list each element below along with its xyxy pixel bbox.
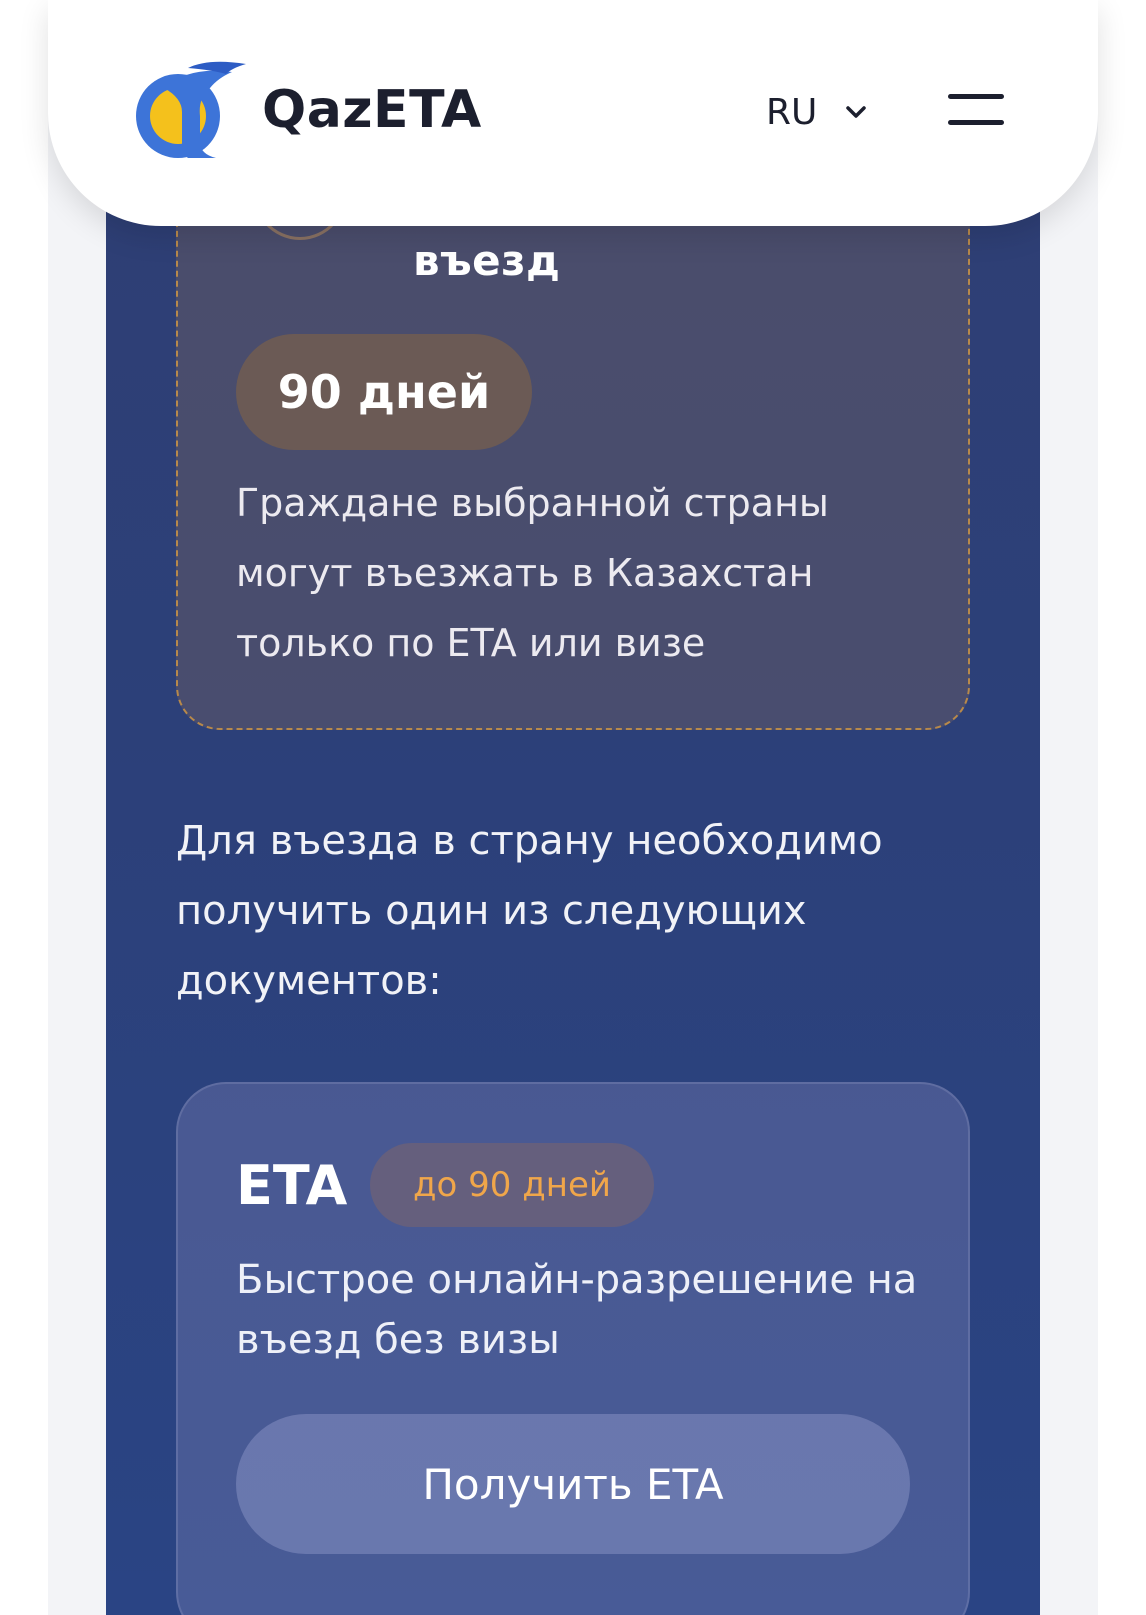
qazeta-logo-icon[interactable]	[128, 58, 252, 164]
days-badge: 90 дней	[236, 334, 532, 450]
documents-intro-text: Для въезда в страну необходимо получить …	[176, 818, 883, 1004]
eta-card-title: ETA	[236, 1154, 348, 1217]
hamburger-menu-icon[interactable]	[948, 88, 1004, 134]
eta-duration-badge: до 90 дней	[370, 1143, 654, 1227]
eta-card-description: Быстрое онлайн-разрешение на въезд без в…	[236, 1257, 918, 1363]
get-eta-button[interactable]: Получить ETA	[236, 1414, 910, 1554]
status-card-title: въезд	[413, 236, 561, 285]
page: въезд 90 дней Граждане выбранной страны …	[0, 0, 1146, 1615]
left-gutter	[48, 0, 106, 1615]
language-label: RU	[766, 91, 818, 133]
menu-line-bottom	[948, 120, 1004, 125]
chevron-down-icon	[846, 106, 867, 118]
brand-name[interactable]: QazETA	[262, 80, 482, 140]
right-gutter	[1040, 0, 1098, 1615]
menu-line-top	[948, 94, 1004, 99]
status-card-description: Граждане выбранной страны могут въезжать…	[236, 481, 829, 665]
language-selector[interactable]: RU	[766, 82, 871, 142]
